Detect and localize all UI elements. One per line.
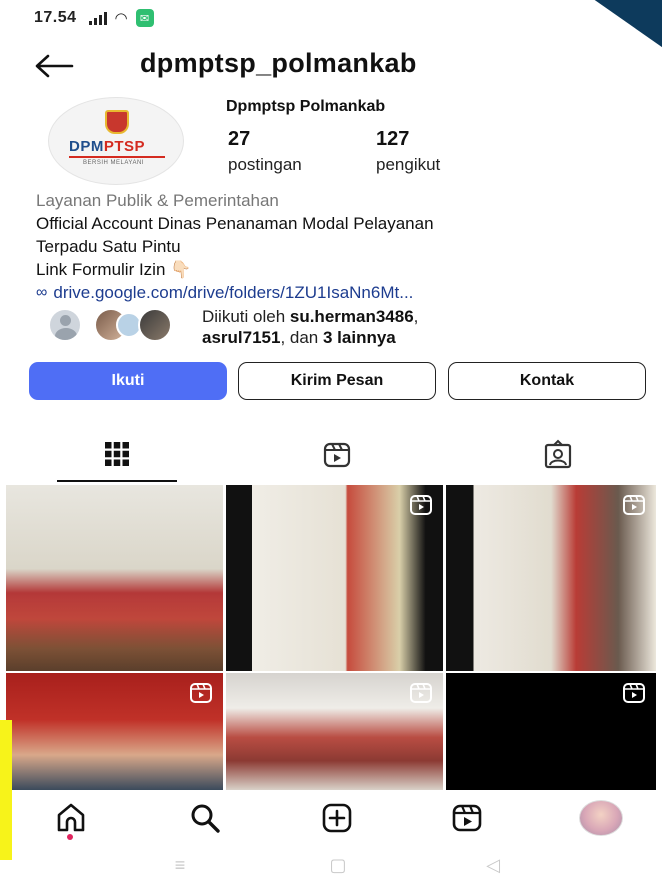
nav-home[interactable]: [46, 796, 96, 840]
profile-tabs: [0, 428, 662, 484]
profile-avatar: [579, 800, 623, 836]
home-system-button[interactable]: ▢: [323, 854, 353, 876]
nav-search[interactable]: [180, 796, 230, 840]
profile-avatar[interactable]: DPMPTSP BERSIH MELAYANI: [48, 97, 184, 185]
reel-badge-icon: [623, 683, 645, 703]
notification-dot: [67, 834, 73, 840]
follower-avatar: [48, 308, 82, 342]
status-time: 17.54: [34, 9, 77, 26]
stat-posts[interactable]: 27 postingan: [228, 128, 368, 175]
message-button[interactable]: Kirim Pesan: [238, 362, 436, 400]
stat-posts-label: postingan: [228, 155, 302, 174]
post-thumbnail[interactable]: [226, 673, 443, 790]
system-navigation: ≡ ▢ ◁: [0, 850, 662, 879]
avatar-logo: DPMPTSP: [69, 138, 146, 155]
followed-by-text: Diikuti oleh su.herman3486, asrul7151, d…: [202, 307, 419, 347]
stat-followers[interactable]: 127 pengikut: [376, 128, 458, 175]
follow-button[interactable]: Ikuti: [29, 362, 227, 400]
follower-avatar: [138, 308, 172, 342]
posts-grid: [6, 485, 658, 790]
reel-badge-icon: [410, 495, 432, 515]
contact-button[interactable]: Kontak: [448, 362, 646, 400]
link-icon: ∞: [36, 284, 48, 301]
post-thumbnail[interactable]: [6, 673, 223, 790]
others-count: 3 lainnya: [323, 328, 396, 347]
stat-followers-value: 127: [376, 128, 410, 150]
signal-icon: [88, 11, 107, 25]
wifi-icon: ◠: [114, 10, 128, 27]
back-system-button[interactable]: ◁: [478, 854, 508, 876]
post-thumbnail[interactable]: [446, 485, 656, 671]
reel-badge-icon: [623, 495, 645, 515]
grid-icon: [105, 442, 129, 466]
tagged-icon: [544, 439, 572, 469]
create-icon: [322, 803, 352, 833]
tab-reels[interactable]: [277, 428, 397, 482]
logo-divider: [69, 156, 165, 158]
follower-username: asrul7151: [202, 328, 281, 347]
tab-posts-grid[interactable]: [57, 428, 177, 482]
bio-line: Official Account Dinas Penanaman Modal P…: [36, 214, 434, 233]
avatar-tagline: BERSIH MELAYANI: [83, 160, 144, 166]
bottom-navigation: [0, 792, 662, 844]
status-bar: 17.54 ◠ ✉: [0, 0, 662, 36]
post-thumbnail[interactable]: [6, 485, 223, 671]
profile-category: Layanan Publik & Pemerintahan: [36, 191, 279, 210]
post-thumbnail[interactable]: [446, 673, 656, 790]
reel-badge-icon: [190, 683, 212, 703]
tab-tagged[interactable]: [498, 428, 618, 482]
profile-header: dpmptsp_polmankab: [0, 40, 662, 94]
display-name: Dpmptsp Polmankab: [226, 98, 386, 115]
recent-apps-button[interactable]: ≡: [165, 854, 195, 876]
profile-link-text: drive.google.com/drive/folders/1ZU1IsaNn…: [53, 283, 414, 302]
home-icon: [57, 803, 85, 832]
stat-followers-label: pengikut: [376, 155, 441, 174]
post-thumbnail[interactable]: [226, 485, 443, 671]
bio-line: Terpadu Satu Pintu: [36, 237, 181, 256]
nav-reels[interactable]: [442, 796, 492, 840]
search-icon: [191, 804, 220, 833]
nav-profile[interactable]: [576, 796, 626, 840]
bio-line: Link Formulir Izin 👇🏻: [36, 260, 192, 279]
reels-icon: [452, 804, 482, 832]
stat-posts-value: 27: [228, 128, 251, 150]
arrow-left-icon: [35, 54, 74, 78]
header-username: dpmptsp_polmankab: [140, 48, 417, 78]
reels-icon: [323, 442, 351, 468]
reel-badge-icon: [410, 683, 432, 703]
follower-username: su.herman3486: [289, 307, 414, 326]
back-button[interactable]: [34, 48, 78, 84]
nav-create[interactable]: [312, 796, 362, 840]
profile-link[interactable]: ∞ drive.google.com/drive/folders/1ZU1Isa…: [36, 283, 413, 303]
app-notification-icon: ✉: [135, 9, 154, 27]
mutual-followers[interactable]: Diikuti oleh su.herman3486, asrul7151, d…: [48, 306, 648, 347]
regency-emblem-icon: [105, 110, 129, 134]
